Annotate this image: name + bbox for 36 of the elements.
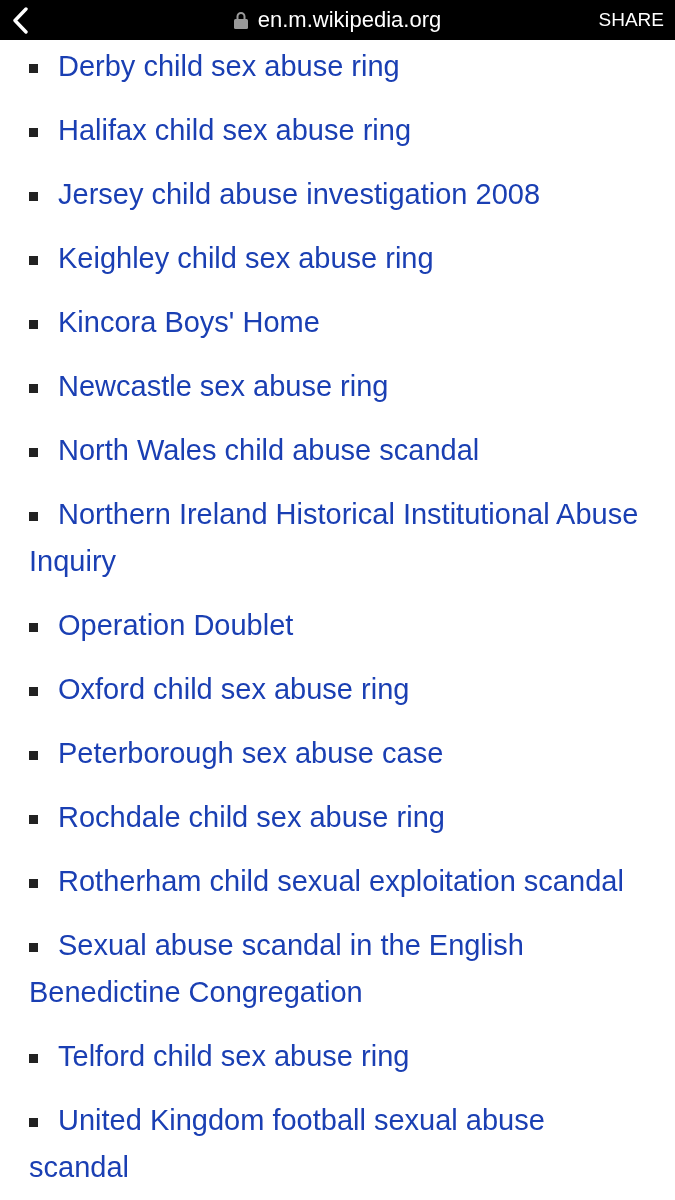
article-link[interactable]: Rochdale child sex abuse ring: [29, 794, 645, 841]
article-link[interactable]: Peterborough sex abuse case: [29, 730, 645, 777]
bullet-icon: [29, 878, 38, 888]
address-text[interactable]: en.m.wikipedia.org: [257, 6, 442, 34]
article-link[interactable]: Halifax child sex abuse ring: [29, 107, 645, 154]
bullet-icon: [29, 942, 38, 952]
article-link[interactable]: North Wales child abuse scandal: [29, 427, 645, 474]
article-link[interactable]: Telford child sex abuse ring: [29, 1033, 645, 1080]
bullet-icon: [29, 255, 38, 265]
bullet-icon: [29, 319, 38, 329]
bullet-icon: [29, 622, 38, 632]
article-link[interactable]: United Kingdom football sexual abuse scandal: [29, 1097, 645, 1191]
article-link[interactable]: Operation Doublet: [29, 602, 645, 649]
article-link[interactable]: Oxford child sex abuse ring: [29, 666, 645, 713]
article-link[interactable]: Derby child sex abuse ring: [29, 43, 645, 90]
article-link[interactable]: Jersey child abuse investigation 2008: [29, 171, 645, 218]
share-button[interactable]: SHARE: [598, 8, 664, 32]
article-link[interactable]: Keighley child sex abuse ring: [29, 235, 645, 282]
bullet-icon: [29, 1117, 38, 1127]
article-link[interactable]: Northern Ireland Historical Institutional Abuse Inquiry: [29, 491, 645, 585]
bullet-icon: [29, 191, 38, 201]
bullet-icon: [29, 447, 38, 457]
bullet-icon: [29, 814, 38, 824]
lock-icon: [233, 11, 248, 29]
back-button[interactable]: [12, 6, 29, 34]
bullet-icon: [29, 686, 38, 696]
bullet-icon: [29, 1053, 38, 1063]
bullet-icon: [29, 63, 38, 73]
article-link[interactable]: Sexual abuse scandal in the English Benedictine Congregation: [29, 922, 645, 1016]
article-link[interactable]: Kincora Boys' Home: [29, 299, 645, 346]
bullet-icon: [29, 383, 38, 393]
article-link[interactable]: Newcastle sex abuse ring: [29, 363, 645, 410]
bullet-icon: [29, 750, 38, 760]
article-link[interactable]: Rotherham child sexual exploitation scandal: [29, 858, 645, 905]
bullet-icon: [29, 127, 38, 137]
bullet-icon: [29, 511, 38, 521]
